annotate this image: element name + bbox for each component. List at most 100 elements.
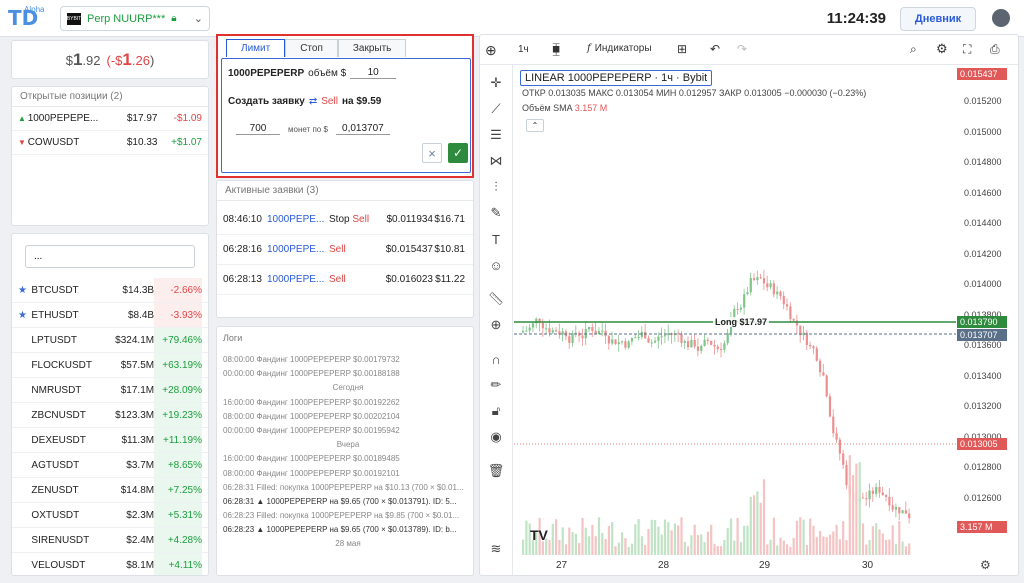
watchlist-row[interactable]: DEXEUSDT $11.3M +11.19% — [12, 428, 208, 453]
watchlist-row[interactable]: SIRENUSDT $2.4M +4.28% — [12, 528, 208, 553]
pnl-summary: $1.92 (-$1.26) — [11, 40, 209, 79]
trash-icon[interactable]: 🗑︎ — [486, 462, 506, 480]
watchlist-volume: $324.1M — [115, 334, 155, 346]
confirm-button[interactable]: ✓ — [448, 143, 468, 163]
position-row[interactable]: ▲ 1000PEPEPE... $17.97 -$1.09 — [12, 107, 208, 131]
text-icon[interactable]: T — [486, 230, 506, 248]
candle — [617, 334, 620, 555]
volume-input[interactable]: 10 — [350, 67, 397, 79]
ruler-icon[interactable]: 📏︎ — [486, 290, 506, 308]
layouts-icon[interactable]: ⊞ — [677, 42, 687, 56]
settings-icon[interactable]: ⚙ — [936, 41, 948, 57]
user-avatar-icon[interactable] — [992, 9, 1010, 27]
clock: 11:24:39 — [826, 10, 886, 27]
axis-settings-icon[interactable]: ⚙ — [980, 558, 991, 572]
cancel-button[interactable]: × — [422, 143, 442, 163]
candle — [795, 314, 799, 555]
active-order-row[interactable]: 08:46:10 1000PEPE... Stop Sell $0.011934 $16… — [217, 205, 473, 235]
exchange-badge: BYBIT — [67, 12, 81, 25]
candle — [660, 327, 663, 555]
active-order-row[interactable]: 06:28:16 1000PEPE... Sell $0.015437 $10.81 — [217, 235, 473, 265]
candle — [545, 323, 548, 555]
journal-button[interactable]: Дневник — [900, 7, 976, 31]
position-row[interactable]: ▼ COWUSDT $10.33 +$1.07 — [12, 131, 208, 155]
candle — [812, 345, 815, 555]
order-tab-2[interactable]: Закрыть — [337, 39, 407, 57]
position-pnl: -$1.09 — [173, 113, 202, 124]
watchlist-row[interactable]: ★ ETHUSDT $8.4B -3.93% — [12, 303, 208, 328]
watchlist-search-input[interactable] — [25, 244, 195, 268]
trendline-icon[interactable]: ⟋ — [486, 100, 506, 118]
price-input[interactable]: 0,013707 — [335, 123, 390, 135]
candles-icon[interactable]: ⧯ — [552, 41, 560, 57]
positions-title: Открытые позиции (2) — [12, 87, 208, 107]
candle — [637, 330, 640, 555]
candle — [548, 319, 551, 555]
watchlist-symbol: OXTUSDT — [31, 509, 80, 521]
y-tick-label: 0.014200 — [964, 248, 1002, 259]
pattern-icon[interactable]: ⋈ — [486, 152, 506, 170]
watchlist-row[interactable]: ZBCNUSDT $123.3M +19.23% — [12, 403, 208, 428]
candle — [848, 455, 851, 555]
order-tab-1[interactable]: Стоп — [285, 39, 338, 57]
watchlist-row[interactable]: VELOUSDT $8.1M +4.11% — [12, 553, 208, 575]
account-selector[interactable]: BYBIT Perp NUURP*** 🔒︎ ⌄ — [60, 6, 210, 31]
price-chart[interactable] — [514, 65, 956, 555]
magnet-icon[interactable]: ∩ — [486, 350, 506, 368]
add-icon[interactable]: ⊕ — [485, 42, 497, 59]
camera-icon[interactable]: ⎙ — [990, 42, 1000, 57]
order-tab-0[interactable]: Лимит — [226, 39, 286, 57]
star-icon[interactable]: ★ — [18, 285, 31, 296]
star-icon[interactable]: ★ — [18, 310, 31, 321]
candle — [644, 324, 647, 555]
quantity-input[interactable]: 700 — [236, 123, 280, 135]
fib-icon[interactable]: ☰ — [486, 126, 506, 144]
order-side[interactable]: Sell — [321, 96, 338, 107]
crosshair-icon[interactable]: ✛ — [486, 74, 506, 92]
redo-icon[interactable]: ↷ — [737, 42, 747, 56]
price-tag: 0.015437 — [957, 68, 1007, 80]
log-line: 08:00:00 Фандинг 1000PEPEPERP $0.0017973… — [223, 355, 400, 364]
watchlist-row[interactable]: NMRUSDT $17.1M +28.09% — [12, 378, 208, 403]
candle — [739, 304, 742, 555]
candle — [865, 492, 868, 555]
y-tick-label: 0.013400 — [964, 370, 1002, 381]
log-line: 00:00:00 Фандинг 1000PEPEPERP $0.0018818… — [223, 369, 400, 379]
watchlist-row[interactable]: AGTUSDT $3.7M +8.65% — [12, 453, 208, 478]
log-line: 08:00:00 Фандинг 1000PEPEPERP $0.0019210… — [223, 468, 400, 478]
eye-icon[interactable]: ◉ — [486, 428, 506, 446]
log-line: 08:00:00 Фандинг 1000PEPEPERP $0.0020210… — [223, 411, 400, 421]
triangle-up-icon: ▲ — [18, 114, 26, 123]
layers-icon[interactable]: ≋ — [486, 540, 506, 558]
candle — [743, 288, 746, 555]
unlock-icon[interactable]: 🔓︎ — [486, 402, 506, 420]
candle — [677, 329, 680, 555]
projection-icon[interactable]: ⫶ — [486, 178, 506, 196]
interval-button[interactable]: 1ч — [518, 44, 529, 55]
emoji-icon[interactable]: ☺ — [486, 256, 506, 274]
candle — [825, 374, 828, 555]
lock-drawing-icon[interactable]: ✏︎ — [486, 376, 506, 394]
active-order-row[interactable]: 06:28:13 1000PEPE... Sell $0.016023 $11.22 — [217, 265, 473, 295]
candle — [703, 334, 706, 555]
watchlist-row[interactable]: OXTUSDT $2.3M +5.31% — [12, 503, 208, 528]
log-line: 06:28:31 Filled: покупка 1000PEPEPERP на… — [223, 482, 464, 492]
x-tick-label: 27 — [556, 560, 568, 571]
watchlist-row[interactable]: FLOCKUSDT $57.5M +63.19% — [12, 353, 208, 378]
watchlist-row[interactable]: ★ BTCUSDT $14.3B -2.66% — [12, 278, 208, 303]
candle — [753, 273, 756, 555]
watchlist-row[interactable]: ZENUSDT $14.8M +7.25% — [12, 478, 208, 503]
candle — [680, 330, 683, 555]
brush-icon[interactable]: ✎ — [486, 204, 506, 222]
watchlist-volume: $11.3M — [121, 434, 155, 446]
candle — [541, 319, 544, 555]
swap-icon[interactable]: ⇄ — [309, 96, 317, 107]
zoom-search-icon[interactable]: ⌕ — [910, 42, 917, 57]
candle — [716, 344, 719, 555]
fullscreen-icon[interactable]: ⛶ — [963, 42, 971, 57]
undo-icon[interactable]: ↶ — [710, 42, 720, 56]
watchlist-row[interactable]: LPTUSDT $324.1M +79.46% — [12, 328, 208, 353]
indicators-button[interactable]: f Индикаторы — [587, 43, 652, 54]
zoom-in-icon[interactable]: ⊕ — [486, 316, 506, 334]
position-line-label[interactable]: Long $17.97 — [713, 317, 770, 327]
